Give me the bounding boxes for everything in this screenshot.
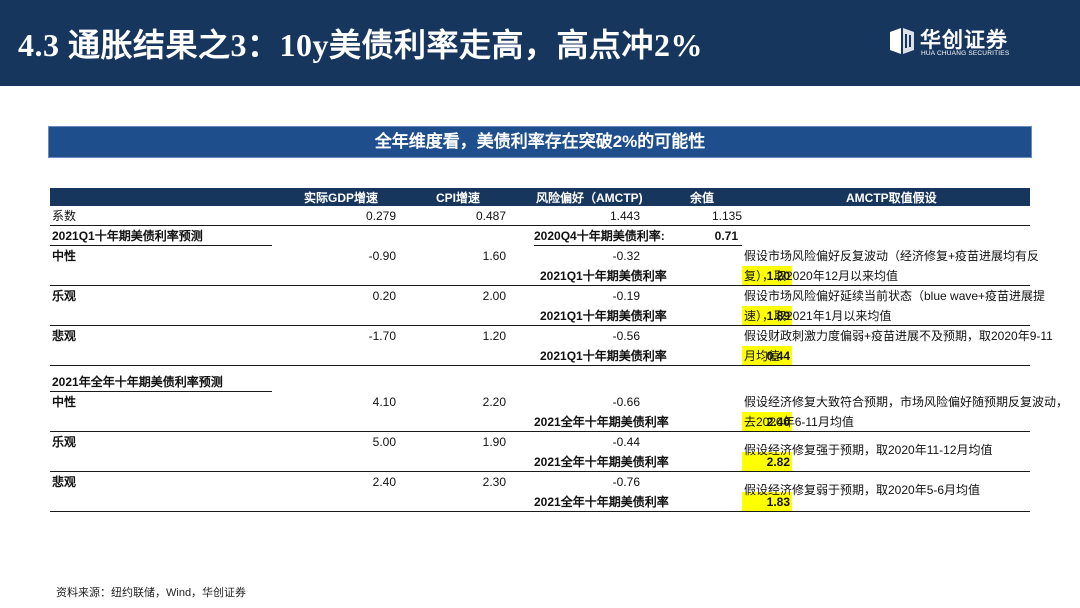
- coef-cpi: 0.487: [475, 209, 506, 223]
- rate-label: 2021全年十年期美债利率: [534, 415, 669, 429]
- row-divider: [534, 245, 742, 246]
- assumption-line1: 假设经济修复强于预期，取2020年11-12月均值: [744, 443, 993, 457]
- rate-label: 2021全年十年期美债利率: [534, 495, 669, 509]
- rate-label: 2021Q1十年期美债利率: [540, 349, 667, 363]
- assumption-line2: 复），取2020年12月以来均值: [744, 269, 899, 283]
- col-header-resid: 余值: [690, 191, 715, 205]
- row-divider: [50, 245, 272, 246]
- gdp-value: 0.20: [372, 289, 396, 303]
- row-divider: [50, 391, 272, 392]
- risk-value: -0.76: [612, 475, 640, 489]
- logo-mark-icon: [890, 28, 914, 54]
- assumption-line2: 月均值: [744, 349, 781, 363]
- gdp-value: 2.40: [372, 475, 396, 489]
- scenario-label: 悲观: [52, 475, 77, 489]
- cpi-value: 2.20: [482, 395, 506, 409]
- source-note: 资料来源：纽约联储，Wind，华创证券: [56, 587, 247, 599]
- fy-section-label: 2021年全年十年期美债利率预测: [52, 375, 223, 389]
- cpi-value: 1.20: [482, 329, 506, 343]
- risk-value: -0.56: [612, 329, 640, 343]
- assumption-line1: 假设市场风险偏好反复波动（经济修复+疫苗进展均有反: [744, 249, 1040, 263]
- risk-value: -0.66: [612, 395, 640, 409]
- rate-label: 2021全年十年期美债利率: [534, 455, 669, 469]
- scenario-label: 悲观: [52, 329, 77, 343]
- assumption-line1: 假设经济修复大致符合预期，市场风险偏好随预期反复波动，: [744, 395, 1069, 409]
- q1-prev-value: 0.71: [714, 229, 738, 243]
- scenario-label: 乐观: [52, 289, 77, 303]
- col-header-risk: 风险偏好（AMCTP): [536, 191, 643, 205]
- coef-resid: 1.135: [711, 209, 742, 223]
- table-bottom-border: [50, 511, 1030, 512]
- col-header-gdp: 实际GDP增速: [304, 191, 379, 205]
- assumption-line1: 假设经济修复弱于预期，取2020年5-6月均值: [744, 483, 981, 497]
- cpi-value: 2.00: [482, 289, 506, 303]
- section-banner: 全年维度看，美债利率存在突破2%的可能性: [48, 126, 1032, 158]
- risk-value: -0.19: [612, 289, 640, 303]
- table-header: 实际GDP增速 CPI增速 风险偏好（AMCTP) 余值 AMCTP取值假设: [50, 188, 1030, 206]
- scenario-label: 中性: [52, 395, 77, 409]
- gdp-value: 5.00: [372, 435, 396, 449]
- q1-section-label: 2021Q1十年期美债利率预测: [52, 229, 203, 243]
- scenario-label: 中性: [52, 249, 77, 263]
- scenario-label: 乐观: [52, 435, 77, 449]
- row-divider: [50, 365, 1030, 366]
- coef-risk: 1.443: [609, 209, 640, 223]
- gdp-value: 4.10: [372, 395, 396, 409]
- page-title: 4.3 通胀结果之3：10y美债利率走高，高点冲2%: [18, 27, 704, 63]
- risk-value: -0.44: [612, 435, 640, 449]
- gdp-value: -0.90: [368, 249, 396, 263]
- company-logo: 华创证券 HUA CHUANG SECURITIES: [888, 24, 1028, 64]
- logo-text-en: HUA CHUANG SECURITIES: [921, 50, 1010, 57]
- col-header-cpi: CPI增速: [436, 191, 481, 205]
- row-divider: [50, 225, 1030, 226]
- row-divider: [50, 471, 1030, 472]
- row-divider: [50, 431, 1030, 432]
- cpi-value: 1.90: [482, 435, 506, 449]
- assumption-line2: 去2020年6-11月均值: [744, 415, 854, 429]
- assumption-line2: 速），取2021年1月以来均值: [744, 309, 892, 323]
- col-header-assumption: AMCTP取值假设: [846, 191, 937, 205]
- coef-label: 系数: [52, 209, 77, 223]
- assumption-line1: 假设市场风险偏好延续当前状态（blue wave+疫苗进展提: [744, 289, 1046, 303]
- rate-label: 2021Q1十年期美债利率: [540, 269, 667, 283]
- coef-gdp: 0.279: [365, 209, 396, 223]
- rate-label: 2021Q1十年期美债利率: [540, 309, 667, 323]
- risk-value: -0.32: [612, 249, 640, 263]
- cpi-value: 1.60: [482, 249, 506, 263]
- assumption-line1: 假设财政刺激力度偏弱+疫苗进展不及预期，取2020年9-11: [744, 329, 1053, 343]
- title-bar: 4.3 通胀结果之3：10y美债利率走高，高点冲2% 华创证券 HUA CHUA…: [0, 0, 1080, 86]
- gdp-value: -1.70: [368, 329, 396, 343]
- cpi-value: 2.30: [482, 475, 506, 489]
